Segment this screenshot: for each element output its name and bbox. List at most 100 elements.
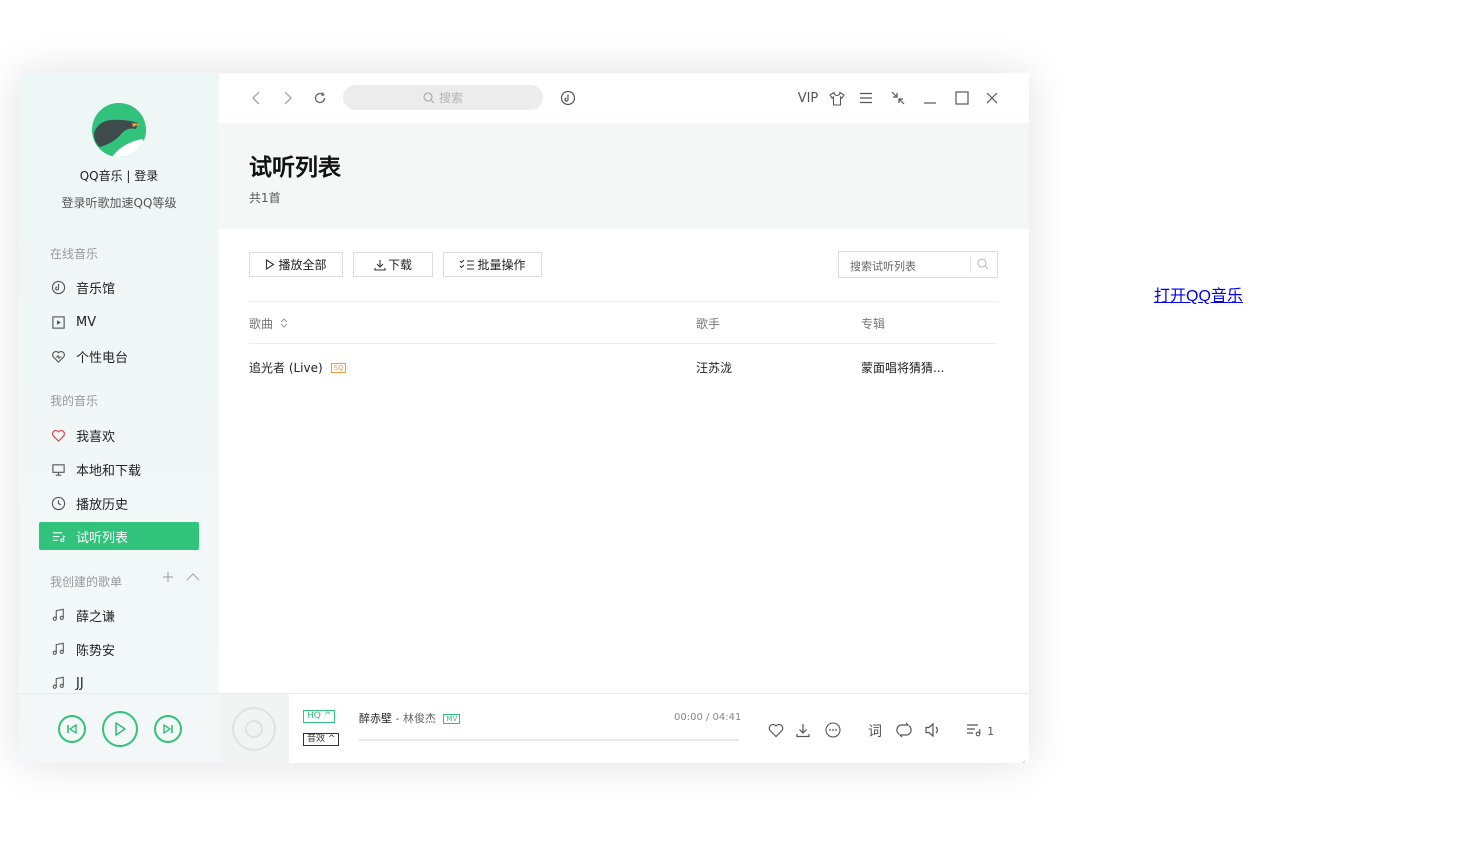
section-online-music: 在线音乐 (50, 247, 99, 261)
sidebar-item-local-download[interactable]: 本地和下载 (39, 455, 199, 483)
resize-grip-icon[interactable] (1018, 753, 1026, 763)
progress-bar[interactable] (359, 739, 739, 741)
sidebar-playlist-item[interactable]: 陈势安 (39, 635, 199, 663)
sq-badge: SQ (330, 363, 347, 373)
page-title: 试听列表 (249, 155, 341, 181)
login-tip: 登录听歌加速QQ等级 (61, 196, 177, 210)
previous-button[interactable] (58, 715, 86, 743)
play-all-label: 播放全部 (278, 258, 327, 272)
forward-icon[interactable] (281, 87, 295, 109)
play-all-button[interactable]: 播放全部 (249, 252, 343, 277)
clock-icon (50, 495, 66, 511)
play-queue-button[interactable]: 1 (966, 722, 994, 742)
download-icon (374, 259, 386, 271)
download-icon[interactable] (795, 722, 811, 742)
sidebar-item-label: JJ (76, 675, 84, 691)
search-divider (970, 256, 971, 273)
mv-icon (50, 314, 66, 330)
column-header-song[interactable]: 歌曲 (249, 315, 288, 332)
repeat-icon[interactable] (895, 722, 913, 742)
search-icon[interactable] (977, 258, 989, 270)
next-button[interactable] (154, 715, 182, 743)
sidebar-item-label: 试听列表 (76, 530, 129, 546)
top-bar: 搜索 VIP (219, 73, 1029, 123)
column-label: 歌曲 (249, 317, 274, 331)
collapse-icon[interactable] (186, 571, 200, 587)
previous-icon (67, 723, 77, 735)
download-label: 下载 (387, 258, 412, 272)
sidebar-item-history[interactable]: 播放历史 (39, 489, 199, 517)
table-row-artist[interactable]: 汪苏泷 (696, 359, 732, 376)
sidebar-item-label: 个性电台 (76, 350, 129, 366)
sidebar-item-radio[interactable]: 个性电台 (39, 342, 199, 370)
column-header-artist: 歌手 (696, 317, 721, 331)
table-top-divider (249, 301, 998, 302)
more-icon[interactable] (825, 722, 841, 742)
search-input[interactable]: 搜索 (343, 85, 543, 110)
song-title[interactable]: 追光者 (Live) (249, 361, 323, 375)
now-playing-song[interactable]: 醉赤壁 (359, 712, 392, 725)
disc-icon (232, 707, 276, 751)
computer-icon (50, 461, 66, 477)
search-icon (423, 91, 435, 103)
sidebar-item-label: 播放历史 (76, 497, 129, 513)
like-icon[interactable] (767, 722, 785, 742)
queue-count: 1 (987, 725, 995, 738)
section-my-music: 我的音乐 (50, 394, 99, 408)
album-cover[interactable] (219, 694, 289, 763)
now-playing: 醉赤壁 - 林俊杰 MV (359, 710, 461, 726)
song-count: 共1首 (249, 191, 281, 205)
player-controls (19, 693, 219, 763)
avatar[interactable] (92, 103, 146, 157)
batch-icon (460, 259, 475, 270)
sidebar-playlist-item[interactable]: 薛之谦 (39, 601, 199, 629)
menu-icon[interactable] (858, 87, 874, 109)
play-icon (266, 259, 276, 270)
sidebar-item-music-hall[interactable]: 音乐馆 (39, 273, 199, 301)
skin-icon[interactable] (828, 87, 846, 109)
sidebar-item-mv[interactable]: MV (39, 308, 199, 336)
quality-selector[interactable]: HQ ^ (303, 710, 336, 723)
sort-icon[interactable] (280, 318, 288, 328)
table-row-album[interactable]: 蒙面唱将猜猜... (861, 359, 944, 376)
vip-button[interactable]: VIP (796, 87, 820, 109)
page-header: 试听列表 共1首 (219, 123, 1029, 229)
sidebar-item-favorites[interactable]: 我喜欢 (39, 421, 199, 449)
minimize-icon[interactable] (922, 87, 938, 109)
mini-mode-icon[interactable] (890, 87, 906, 109)
mv-badge[interactable]: MV (443, 714, 461, 724)
music-note-icon (50, 641, 66, 657)
playlist-actions (162, 571, 200, 587)
back-icon[interactable] (249, 87, 263, 109)
music-note-icon (50, 607, 66, 623)
column-header-album: 专辑 (861, 317, 886, 331)
section-created-playlists: 我创建的歌单 (50, 575, 123, 589)
sidebar-item-trial-list[interactable]: 试听列表 (39, 522, 199, 550)
refresh-icon[interactable] (312, 87, 328, 109)
volume-icon[interactable] (924, 722, 942, 742)
effect-label: 音效 (307, 734, 326, 744)
add-playlist-icon[interactable] (162, 571, 178, 587)
list-search-placeholder: 搜索试听列表 (850, 260, 916, 273)
open-qq-music-link[interactable]: 打开QQ音乐 (1154, 282, 1243, 306)
quality-label: HQ (307, 711, 321, 721)
search-placeholder: 搜索 (438, 91, 463, 105)
music-hall-icon (50, 279, 66, 295)
sidebar-item-label: 陈势安 (76, 643, 116, 659)
qq-music-window: QQ音乐 | 登录 登录听歌加速QQ等级 在线音乐 音乐馆 MV 个性电台 我的… (19, 73, 1029, 763)
download-button[interactable]: 下载 (353, 252, 433, 277)
sound-effect-selector[interactable]: 音效 ^ (303, 733, 340, 746)
close-icon[interactable] (984, 87, 1000, 109)
music-recognition-icon[interactable] (559, 87, 577, 109)
batch-operation-button[interactable]: 批量操作 (443, 252, 542, 277)
radio-icon (50, 348, 66, 364)
table-row-song[interactable]: 追光者 (Live) SQ (249, 359, 347, 376)
list-search-input[interactable]: 搜索试听列表 (838, 251, 998, 278)
sidebar-item-label: 音乐馆 (76, 281, 116, 297)
play-button[interactable] (102, 711, 138, 747)
login-link[interactable]: QQ音乐 | 登录 (19, 167, 219, 184)
lyrics-button[interactable]: 词 (868, 721, 882, 741)
maximize-icon[interactable] (954, 87, 970, 109)
penguin-logo-icon (92, 103, 146, 157)
now-playing-artist[interactable]: 林俊杰 (403, 712, 436, 725)
